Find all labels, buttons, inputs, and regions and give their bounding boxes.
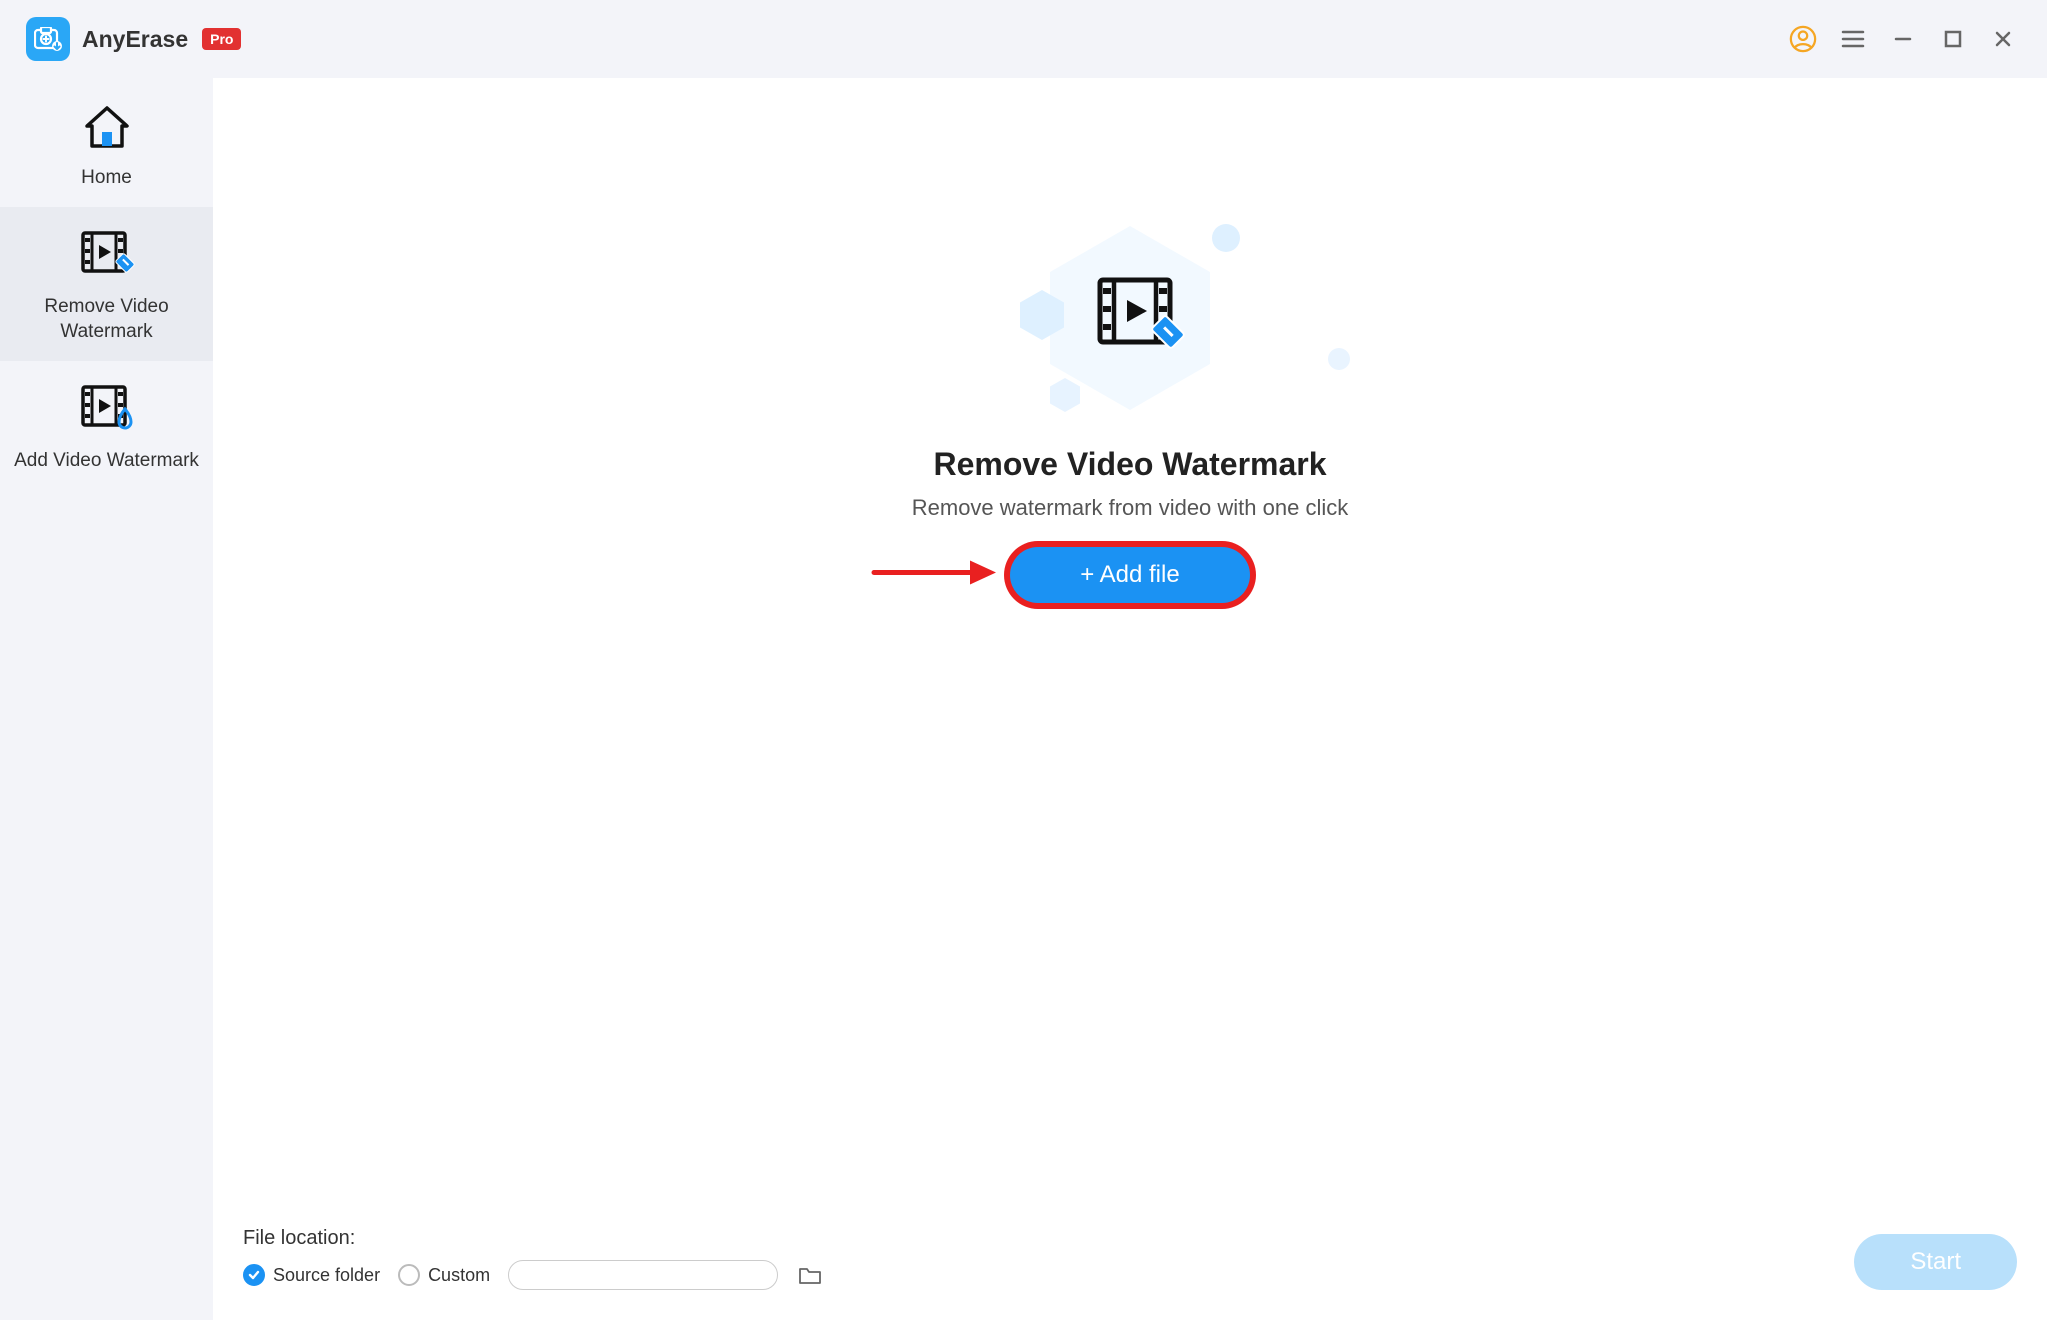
start-button[interactable]: Start <box>1854 1234 2017 1290</box>
sidebar-item-home[interactable]: Home <box>0 84 213 207</box>
sidebar-item-add-video-watermark[interactable]: Add Video Watermark <box>0 361 213 490</box>
close-icon[interactable] <box>1989 25 2017 53</box>
custom-path-input[interactable] <box>508 1260 778 1290</box>
sidebar-item-label: Add Video Watermark <box>14 448 199 474</box>
window-controls <box>1789 25 2017 53</box>
pro-badge: Pro <box>202 28 241 50</box>
hero: Remove Video Watermark Remove watermark … <box>213 78 2047 1320</box>
filmstrip-erase-icon <box>77 227 137 284</box>
hero-subtitle: Remove watermark from video with one cli… <box>912 495 1348 521</box>
sidebar-item-remove-video-watermark[interactable]: Remove Video Watermark <box>0 207 213 361</box>
sidebar-item-label: Home <box>81 165 132 191</box>
footer-bar: File location: Source folder Custom <box>213 1227 2047 1320</box>
home-icon <box>82 104 132 155</box>
sidebar: Home Remove Video Watermark Add Video Wa… <box>0 78 213 1320</box>
menu-icon[interactable] <box>1839 25 1867 53</box>
radio-label: Source folder <box>273 1265 380 1286</box>
sidebar-item-label: Remove Video Watermark <box>8 294 205 345</box>
main-panel: Remove Video Watermark Remove watermark … <box>213 78 2047 1320</box>
file-location-group: File location: Source folder Custom <box>243 1227 824 1290</box>
radio-custom[interactable]: Custom <box>398 1264 490 1286</box>
titlebar: AnyErase Pro <box>0 0 2047 78</box>
maximize-icon[interactable] <box>1939 25 1967 53</box>
add-file-button[interactable]: + Add file <box>1010 547 1249 603</box>
hero-illustration <box>1020 218 1240 418</box>
radio-label: Custom <box>428 1265 490 1286</box>
brand: AnyErase Pro <box>26 17 241 61</box>
minimize-icon[interactable] <box>1889 25 1917 53</box>
hero-title: Remove Video Watermark <box>933 446 1326 483</box>
annotation-arrow-icon <box>870 558 1000 593</box>
app-logo-icon <box>26 17 70 61</box>
filmstrip-droplet-icon <box>77 381 137 438</box>
account-icon[interactable] <box>1789 25 1817 53</box>
radio-checked-icon <box>243 1264 265 1286</box>
filmstrip-erase-large-icon <box>1092 272 1188 363</box>
file-location-label: File location: <box>243 1227 824 1250</box>
browse-folder-button[interactable] <box>796 1263 824 1287</box>
folder-icon <box>798 1265 822 1285</box>
app-name: AnyErase <box>82 26 188 53</box>
radio-source-folder[interactable]: Source folder <box>243 1264 380 1286</box>
radio-unchecked-icon <box>398 1264 420 1286</box>
